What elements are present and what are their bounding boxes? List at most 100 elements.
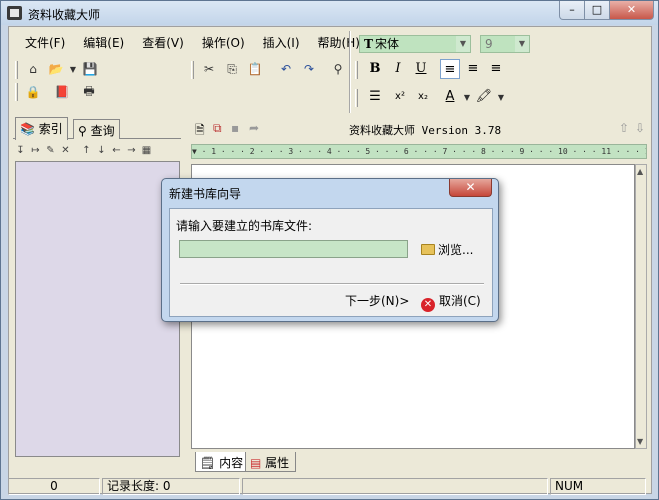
menu-bar: 文件(F) 编辑(E) 查看(V) 操作(O) 插入(I) 帮助(H) <box>15 32 368 52</box>
new-record-icon[interactable]: ⌂ <box>23 59 43 79</box>
dialog-close-button[interactable]: ✕ <box>449 179 492 197</box>
status-left-value: 0 <box>8 478 100 495</box>
edit-toolbar: ✂ ⎘ 📋 ↶ ↷ ⚲ <box>199 59 351 79</box>
chevron-down-icon[interactable]: ▼ <box>515 36 529 52</box>
browse-button[interactable]: 浏览... <box>421 241 473 258</box>
chevron-down-icon[interactable]: ▼ <box>456 36 470 52</box>
arrow-down-icon[interactable]: ⇩ <box>635 121 645 135</box>
tree-icon[interactable]: ▦ <box>139 145 154 156</box>
highlight-color-icon[interactable]: 🖍 <box>474 87 494 107</box>
cancel-button[interactable]: ✕ 取消(C) <box>421 292 481 312</box>
copy-icon[interactable]: ⎘ <box>222 59 242 79</box>
font-color-button[interactable]: A <box>440 87 460 107</box>
status-blank <box>242 478 548 495</box>
paste-icon[interactable]: 📋 <box>245 59 265 79</box>
move-up-icon[interactable]: ↑ <box>79 145 94 156</box>
properties-icon: ▤ <box>250 456 262 470</box>
toolbar-grip[interactable] <box>15 83 18 101</box>
undo-icon[interactable]: ↶ <box>276 59 296 79</box>
menu-edit[interactable]: 编辑(E) <box>73 32 132 52</box>
dialog-prompt: 请输入要建立的书库文件: <box>176 219 313 233</box>
tab-content-label: 内容 <box>219 456 244 470</box>
format-toolbar-row2: ☰ x² x₂ A ▼ 🖍 ▼ <box>365 87 508 107</box>
ruler[interactable]: ▼ · 1 · · · 2 · · · 3 · · · 4 · · · 5 · … <box>191 144 647 159</box>
left-pane: 📚 索引 ⚲ 查询 ↧ ↦ ✎ ✕ ↑ ↓ ← → ▦ <box>13 117 181 457</box>
tab-properties-label: 属性 <box>265 456 290 470</box>
italic-button[interactable]: I <box>388 59 408 79</box>
tab-query-label: 查询 <box>90 124 115 138</box>
chevron-down-icon[interactable]: ▼ <box>463 87 471 107</box>
document-header: 🗎 ⧉ ▪ ➦ 资料收藏大师 Version 3.78 ⇧ ⇩ <box>189 119 649 139</box>
disabled-doc-icon: ▪ <box>231 121 240 135</box>
title-bar[interactable]: 资料收藏大师 – □ ✕ <box>1 1 658 25</box>
menu-view[interactable]: 查看(V) <box>132 32 192 52</box>
bullet-list-icon[interactable]: ☰ <box>365 87 385 107</box>
save-disk-icon[interactable]: 💾 <box>80 59 100 79</box>
toolbar-grip[interactable] <box>355 89 358 107</box>
move-right-icon[interactable]: → <box>124 145 139 156</box>
menu-file[interactable]: 文件(F) <box>15 32 73 52</box>
superscript-button[interactable]: x² <box>390 87 410 107</box>
font-family-value: 宋体 <box>374 37 399 51</box>
toolbar-grip[interactable] <box>15 61 18 79</box>
move-down-icon[interactable]: ↓ <box>94 145 109 156</box>
format-toolbar: B I U ≡ ≡ ≡ <box>365 59 509 79</box>
next-button[interactable]: 下一步(N)> <box>345 292 409 309</box>
maximize-button[interactable]: □ <box>584 1 610 20</box>
subscript-button[interactable]: x₂ <box>413 87 433 107</box>
binoculars-icon: ⚲ <box>78 124 87 138</box>
font-size-select[interactable]: 9 ▼ <box>480 35 530 53</box>
copy-record-icon[interactable]: ⧉ <box>213 121 222 136</box>
tab-index-label: 索引 <box>38 122 63 136</box>
scroll-up-icon[interactable]: ▲ <box>637 167 643 176</box>
editor-scrollbar[interactable]: ▲ ▼ <box>635 164 647 449</box>
dialog-body: 请输入要建立的书库文件: 浏览... 下一步(N)> ✕ 取消(C) <box>169 208 493 317</box>
toolbar-grip[interactable] <box>191 61 194 79</box>
move-left-icon[interactable]: ← <box>109 145 124 156</box>
lock-icon[interactable]: 🔒 <box>23 82 43 102</box>
library-file-input[interactable] <box>179 240 408 258</box>
arrow-up-icon[interactable]: ⇧ <box>619 121 629 135</box>
align-left-button[interactable]: ≡ <box>440 59 460 79</box>
book-icon[interactable]: 📕 <box>52 82 72 102</box>
tab-properties[interactable]: ▤ 属性 <box>245 452 297 472</box>
redo-icon[interactable]: ↷ <box>299 59 319 79</box>
underline-button[interactable]: U <box>411 59 431 79</box>
window-title: 资料收藏大师 <box>28 8 101 22</box>
printer-icon[interactable]: 🖶 <box>79 82 99 102</box>
new-library-dialog: 新建书库向导 ✕ 请输入要建立的书库文件: 浏览... 下一步(N)> ✕ 取消(… <box>161 178 499 322</box>
menu-operation[interactable]: 操作(O) <box>192 32 253 52</box>
status-bar: 0 记录长度: 0 NUM <box>8 478 652 496</box>
truetype-icon: T <box>364 37 373 51</box>
tab-content[interactable]: 🗒 内容 <box>195 452 251 472</box>
open-folder-icon[interactable]: 📂 <box>46 59 66 79</box>
app-window: 资料收藏大师 – □ ✕ 文件(F) 编辑(E) 查看(V) 操作(O) 插入(… <box>0 0 659 500</box>
delete-icon[interactable]: ✕ <box>58 145 73 156</box>
dialog-title: 新建书库向导 <box>169 187 242 201</box>
tab-query[interactable]: ⚲ 查询 <box>73 119 120 139</box>
font-family-select[interactable]: T 宋体 ▼ <box>359 35 471 53</box>
export-icon: ➦ <box>249 121 260 135</box>
content-icon: 🗒 <box>200 456 216 470</box>
binoculars-icon[interactable]: ⚲ <box>328 59 348 79</box>
bold-button[interactable]: B <box>365 59 385 79</box>
expand-icon[interactable]: ↧ <box>13 145 28 156</box>
align-right-button[interactable]: ≡ <box>486 59 506 79</box>
document-icon[interactable]: 🗎 <box>195 121 205 142</box>
minimize-button[interactable]: – <box>559 1 585 20</box>
chevron-down-icon[interactable]: ▼ <box>497 87 505 107</box>
edit-icon[interactable]: ✎ <box>43 145 58 156</box>
cut-icon[interactable]: ✂ <box>199 59 219 79</box>
index-tree[interactable] <box>15 161 180 457</box>
browse-label: 浏览... <box>438 243 474 257</box>
tab-index[interactable]: 📚 索引 <box>15 117 68 140</box>
cancel-label: 取消(C) <box>439 294 481 308</box>
chevron-down-icon[interactable]: ▼ <box>69 59 77 79</box>
scroll-down-icon[interactable]: ▼ <box>637 437 643 446</box>
indent-icon[interactable]: ↦ <box>28 145 43 156</box>
align-center-button[interactable]: ≡ <box>463 59 483 79</box>
cancel-x-icon: ✕ <box>421 298 435 312</box>
menu-insert[interactable]: 插入(I) <box>253 32 308 52</box>
close-button[interactable]: ✕ <box>609 1 654 20</box>
toolbar-grip[interactable] <box>355 61 358 79</box>
